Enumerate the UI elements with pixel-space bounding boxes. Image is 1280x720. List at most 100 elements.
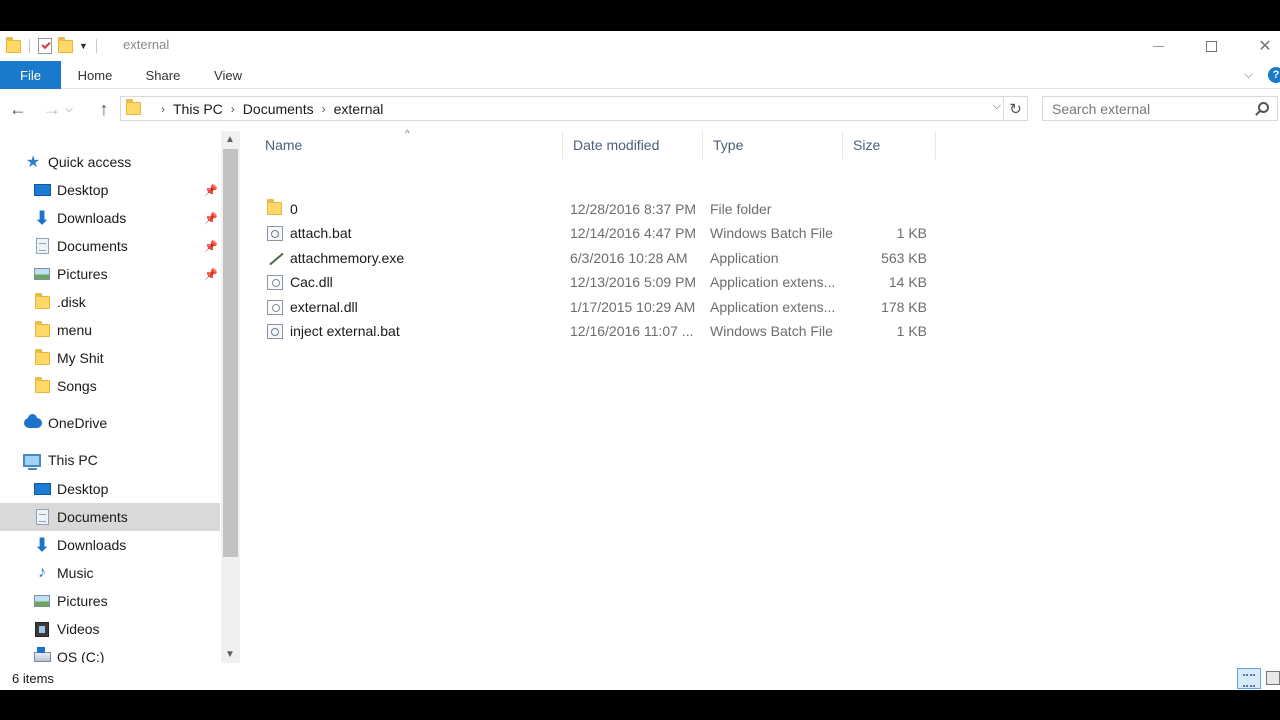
file-row[interactable]: inject external.bat 12/16/2016 11:07 ...… [255, 320, 936, 344]
toolbar-divider [95, 39, 97, 53]
large-icons-view-icon[interactable] [1266, 671, 1280, 685]
column-header-date-modified[interactable]: Date modified [563, 131, 703, 159]
properties-icon[interactable] [38, 38, 52, 54]
nav-pc-pictures[interactable]: Pictures [0, 587, 220, 615]
documents-icon [33, 238, 51, 254]
maximize-icon [1205, 40, 1217, 52]
tab-file[interactable]: File [0, 61, 61, 89]
nav-item-disk[interactable]: .disk [0, 288, 220, 316]
letterbox-bottom [0, 690, 1280, 720]
up-button[interactable]: ↑ [92, 97, 116, 121]
nav-item-menu[interactable]: menu [0, 316, 220, 344]
breadcrumb-this-pc[interactable]: This PC [173, 101, 223, 117]
pin-icon[interactable]: 📌 [204, 240, 218, 253]
nav-pc-os-drive[interactable]: OS (C:) [0, 643, 220, 663]
breadcrumb-chevron-icon[interactable]: › [161, 102, 165, 116]
pin-icon[interactable]: 📌 [204, 268, 218, 281]
navigation-scrollbar[interactable]: ▲ ▼ [221, 131, 240, 663]
file-size: 1 KB [896, 323, 927, 339]
tab-share[interactable]: Share [136, 61, 190, 89]
tab-view[interactable]: View [203, 61, 253, 89]
breadcrumb-chevron-icon[interactable]: › [322, 102, 326, 116]
file-row[interactable]: attachmemory.exe 6/3/2016 10:28 AM Appli… [255, 247, 936, 271]
nav-pc-music[interactable]: ♪ Music [0, 559, 220, 587]
search-input[interactable]: Search external [1042, 96, 1278, 121]
scroll-down-icon[interactable]: ▼ [225, 649, 235, 660]
file-name: attachmemory.exe [290, 250, 405, 266]
nav-label: menu [57, 322, 93, 338]
videos-icon [33, 621, 51, 637]
downloads-icon: ⬇ [34, 207, 50, 228]
back-button[interactable]: ← [6, 97, 30, 121]
file-name: Cac.dll [290, 274, 333, 290]
status-bar: 6 items [0, 667, 1280, 690]
nav-item-my-shit[interactable]: My Shit [0, 344, 220, 372]
refresh-icon[interactable]: ↻ [1003, 97, 1027, 120]
nav-item-songs[interactable]: Songs [0, 372, 220, 400]
nav-item-downloads[interactable]: ⬇ Downloads 📌 [0, 204, 220, 232]
nav-label: This PC [48, 452, 98, 468]
column-header-name[interactable]: Name ^ [255, 129, 563, 159]
maximize-button[interactable] [1184, 31, 1238, 61]
file-row[interactable]: Cac.dll 12/13/2016 5:09 PM Application e… [255, 271, 936, 295]
arrow-up-icon: ↑ [99, 98, 109, 119]
close-button[interactable]: ✕ [1238, 31, 1280, 61]
downloads-icon: ⬇ [34, 534, 50, 555]
expand-ribbon-chevron-icon[interactable]: ⌵ [1244, 67, 1253, 82]
nav-label: Songs [57, 378, 97, 394]
file-size: 563 KB [881, 250, 927, 266]
nav-label: Downloads [57, 210, 127, 226]
nav-label: Desktop [57, 481, 109, 497]
nav-this-pc[interactable]: This PC [0, 446, 220, 474]
nav-onedrive[interactable]: OneDrive [0, 409, 220, 437]
scroll-up-icon[interactable]: ▲ [225, 134, 235, 145]
column-header-size[interactable]: Size [843, 131, 936, 159]
nav-label: Pictures [57, 266, 108, 282]
customize-toolbar-chevron-icon[interactable]: ▼ [79, 41, 88, 51]
folder-icon [33, 376, 51, 394]
tab-home[interactable]: Home [66, 61, 124, 89]
pin-icon[interactable]: 📌 [204, 212, 218, 225]
drive-icon [33, 647, 51, 663]
nav-item-documents[interactable]: Documents 📌 [0, 232, 220, 260]
file-row[interactable]: external.dll 1/17/2015 10:29 AM Applicat… [255, 296, 936, 320]
search-icon[interactable] [1258, 102, 1269, 113]
scrollbar-thumb[interactable] [223, 149, 238, 557]
breadcrumb-external[interactable]: external [334, 101, 384, 117]
new-folder-icon[interactable] [58, 36, 73, 53]
nav-label: Desktop [57, 182, 109, 198]
nav-label: OneDrive [48, 415, 108, 431]
file-size: 14 KB [888, 274, 927, 290]
file-row[interactable]: attach.bat 12/14/2016 4:47 PM Windows Ba… [255, 222, 936, 246]
nav-item-pictures[interactable]: Pictures 📌 [0, 260, 220, 288]
nav-label: Pictures [57, 593, 108, 609]
file-row[interactable]: 0 12/28/2016 8:37 PM File folder [255, 198, 936, 222]
folder-icon [126, 99, 141, 115]
nav-item-desktop[interactable]: Desktop 📌 [0, 176, 220, 204]
address-dropdown-chevron-icon[interactable]: ⌵ [993, 100, 1001, 113]
address-bar[interactable]: › This PC › Documents › external ⌵ ↻ [120, 96, 1028, 121]
nav-pc-videos[interactable]: Videos [0, 615, 220, 643]
file-name: external.dll [290, 299, 358, 315]
nav-pc-downloads[interactable]: ⬇ Downloads [0, 531, 220, 559]
close-icon: ✕ [1258, 38, 1272, 55]
column-header-type[interactable]: Type [703, 131, 843, 159]
nav-label: Downloads [57, 537, 127, 553]
nav-pc-documents[interactable]: Documents [0, 503, 220, 531]
nav-label: Videos [57, 621, 100, 637]
nav-label: .disk [57, 294, 86, 310]
details-view-icon[interactable] [1237, 668, 1261, 689]
column-label: Size [853, 137, 881, 153]
nav-pc-desktop[interactable]: Desktop [0, 475, 220, 503]
file-date-modified: 12/13/2016 5:09 PM [570, 274, 697, 290]
breadcrumb-documents[interactable]: Documents [243, 101, 314, 117]
breadcrumb-chevron-icon[interactable]: › [231, 102, 235, 116]
pin-icon[interactable]: 📌 [204, 184, 218, 197]
minimize-button[interactable] [1131, 31, 1185, 61]
help-icon[interactable]: ? [1268, 67, 1280, 83]
recent-locations-button[interactable]: ⌵ [62, 97, 76, 121]
column-label: Date modified [573, 137, 660, 153]
nav-quick-access[interactable]: ★ Quick access [0, 148, 220, 176]
forward-button[interactable]: → [40, 97, 64, 121]
ribbon: File Home Share View ⌵ ? [0, 61, 1280, 89]
